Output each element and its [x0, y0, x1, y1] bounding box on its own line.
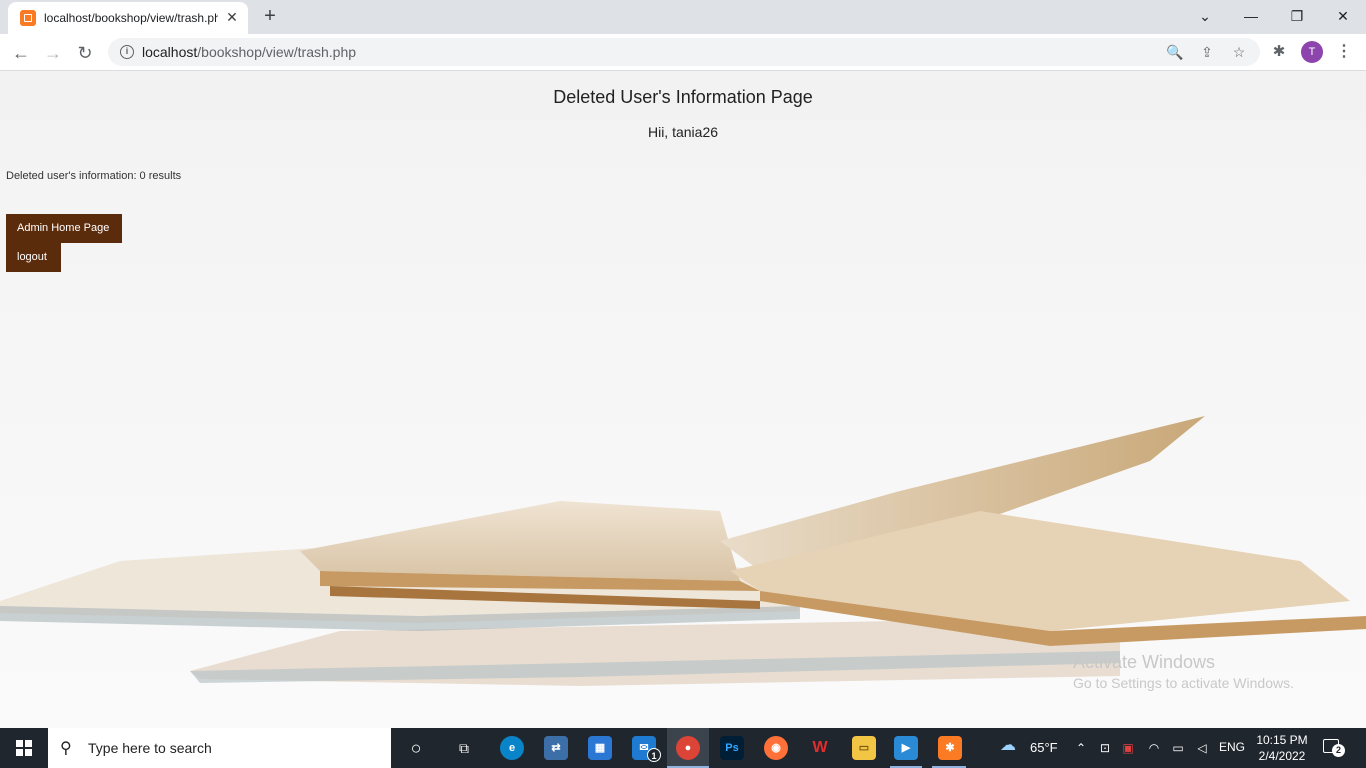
minimize-button[interactable]: — [1236, 4, 1266, 28]
xampp-icon [20, 10, 36, 26]
file-explorer-icon[interactable]: ▭ [852, 736, 876, 760]
weather-cloud-icon[interactable]: ☁ [1000, 738, 1016, 754]
tab-search-chevron-icon[interactable]: ⌄ [1190, 4, 1220, 28]
tab-close-icon[interactable]: ✕ [224, 9, 240, 25]
meet-now-icon[interactable]: ⊡ [1097, 740, 1113, 756]
xampp-taskbar-icon[interactable]: ✱ [938, 736, 962, 760]
url-text[interactable]: localhost/bookshop/view/trash.php [142, 44, 356, 60]
user-greeting: Hii, tania26 [647, 124, 719, 140]
start-button[interactable] [0, 728, 48, 768]
taskbar-search-box[interactable]: ⚲ Type here to search [48, 728, 391, 768]
battery-icon[interactable]: ▭ [1170, 740, 1186, 756]
wps-office-icon[interactable]: W [808, 736, 832, 760]
profile-avatar[interactable]: T [1301, 41, 1323, 63]
close-window-button[interactable]: ✕ [1328, 4, 1358, 28]
system-clock[interactable]: 10:15 PM 2/4/2022 [1252, 732, 1312, 764]
task-view-icon[interactable]: ⧉ [452, 736, 476, 760]
site-info-icon[interactable]: i [120, 45, 134, 59]
admin-home-page-button[interactable]: Admin Home Page [6, 214, 122, 243]
address-bar[interactable]: i localhost/bookshop/view/trash.php 🔍 ⇪ … [108, 38, 1260, 66]
show-hidden-icons-chevron-icon[interactable]: ⌃ [1073, 740, 1089, 756]
bookmark-star-icon[interactable]: ☆ [1230, 43, 1248, 61]
search-placeholder: Type here to search [88, 740, 212, 756]
restore-button[interactable]: ❐ [1282, 4, 1312, 28]
media-player-icon[interactable]: ▶ [894, 736, 918, 760]
input-language[interactable]: ENG [1219, 740, 1245, 754]
activate-windows-title: Activate Windows [1073, 652, 1216, 672]
activate-windows-subtitle: Go to Settings to activate Windows. [1073, 675, 1294, 691]
windows-taskbar: ⚲ Type here to search ○ ⧉ e ⇄ ▦ ✉ 1 ● Ps… [0, 728, 1366, 768]
open-books-background-image [0, 416, 1366, 686]
windows-logo-icon [16, 740, 32, 756]
firefox-icon[interactable]: ◉ [764, 736, 788, 760]
back-button[interactable]: ← [8, 40, 34, 66]
file-transfer-icon[interactable]: ⇄ [544, 736, 568, 760]
microsoft-store-icon[interactable]: ▦ [588, 736, 612, 760]
new-tab-button[interactable]: + [258, 4, 282, 28]
clock-time: 10:15 PM [1256, 733, 1308, 747]
activate-windows-watermark: Activate Windows Go to Settings to activ… [1073, 651, 1294, 693]
browser-tabstrip: localhost/bookshop/view/trash.php ✕ + ⌄ … [0, 0, 1366, 34]
volume-icon[interactable]: ◁ [1194, 740, 1210, 756]
chrome-icon[interactable]: ● [676, 736, 700, 760]
browser-menu-icon[interactable]: ⋮ [1334, 41, 1354, 63]
mail-badge: 1 [647, 748, 661, 762]
cortana-icon[interactable]: ○ [404, 736, 428, 760]
logout-button[interactable]: logout [6, 243, 61, 272]
notification-count-badge: 2 [1332, 744, 1345, 757]
photoshop-icon[interactable]: Ps [720, 736, 744, 760]
zoom-icon[interactable]: 🔍 [1166, 43, 1184, 61]
tab-title: localhost/bookshop/view/trash.php [44, 11, 218, 25]
browser-toolbar: ← → ↻ i localhost/bookshop/view/trash.ph… [0, 34, 1366, 71]
page-content: Deleted User's Information Page Hii, tan… [0, 71, 1366, 728]
extensions-puzzle-icon[interactable]: ✱ [1270, 43, 1288, 61]
page-title: Deleted User's Information Page [553, 87, 813, 107]
search-icon: ⚲ [60, 740, 72, 757]
antivirus-icon[interactable]: ▣ [1120, 740, 1136, 756]
reload-button[interactable]: ↻ [72, 40, 98, 66]
deleted-users-result-text: Deleted user's information: 0 results [6, 170, 182, 182]
weather-temperature[interactable]: 65°F [1030, 740, 1058, 755]
share-icon[interactable]: ⇪ [1198, 43, 1216, 61]
edge-icon[interactable]: e [500, 736, 524, 760]
forward-button[interactable]: → [40, 40, 66, 66]
notification-center-button[interactable]: 2 [1323, 738, 1345, 758]
browser-tab[interactable]: localhost/bookshop/view/trash.php ✕ [8, 2, 248, 34]
clock-date: 2/4/2022 [1258, 749, 1306, 763]
wifi-icon[interactable]: ◠ [1146, 740, 1162, 756]
